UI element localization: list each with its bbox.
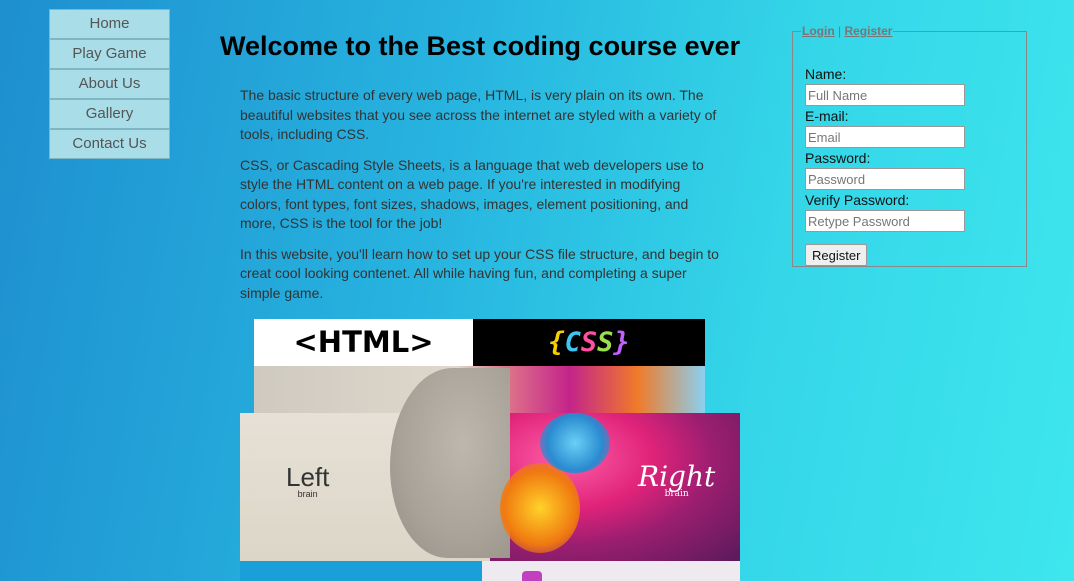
intro-paragraph-2: CSS, or Cascading Style Sheets, is a lan…: [240, 156, 704, 232]
nav-play-game[interactable]: Play Game: [49, 39, 170, 69]
right-brain-label: Right brain: [638, 463, 715, 500]
css-label: {CSS}: [473, 319, 705, 366]
paint-splash-blue: [540, 413, 610, 473]
nav-about-us[interactable]: About Us: [49, 69, 170, 99]
hero-bottom-right: [482, 561, 740, 581]
intro-paragraph-3: In this website, you'll learn how to set…: [240, 245, 719, 301]
email-field[interactable]: [805, 126, 965, 148]
left-brain-shape: [390, 368, 510, 558]
register-button[interactable]: Register: [805, 244, 868, 266]
brain-illustration: Left brain Right brain: [240, 368, 740, 581]
form-fields: Name: E-mail: Password: Verify Password:…: [805, 66, 965, 266]
email-label: E-mail:: [805, 108, 849, 124]
css-letter-c: C: [564, 327, 581, 358]
page-title: Welcome to the Best coding course ever: [220, 31, 741, 61]
left-brain-title: Left: [286, 462, 330, 492]
intro-content: The basic structure of every web page, H…: [240, 86, 725, 314]
nav-gallery[interactable]: Gallery: [49, 99, 170, 129]
intro-paragraph-1: The basic structure of every web page, H…: [240, 87, 717, 142]
left-brain-label: Left brain: [286, 462, 330, 499]
verify-password-label: Verify Password:: [805, 192, 910, 208]
form-legend: Login | Register: [801, 24, 893, 38]
side-nav: Home Play Game About Us Gallery Contact …: [49, 9, 170, 159]
legend-separator: |: [834, 24, 845, 38]
nav-home[interactable]: Home: [49, 9, 170, 39]
css-letter-s2: S: [597, 327, 614, 358]
css-brace-close: }: [613, 327, 630, 358]
register-link[interactable]: Register: [844, 24, 892, 38]
hero-bottom-left: [240, 561, 482, 581]
hero-bottom-mark: [522, 571, 542, 581]
verify-password-field[interactable]: [805, 210, 965, 232]
css-brace-open: {: [548, 327, 565, 358]
html-label: <HTML>: [254, 319, 473, 366]
html-css-brain-image: <HTML> {CSS} Left brain Right brain: [240, 319, 740, 581]
nav-contact-us[interactable]: Contact Us: [49, 129, 170, 159]
password-field[interactable]: [805, 168, 965, 190]
name-field[interactable]: [805, 84, 965, 106]
css-letter-s1: S: [580, 327, 598, 358]
password-label: Password:: [805, 150, 871, 166]
login-link[interactable]: Login: [802, 24, 835, 38]
register-form: Login | Register Name: E-mail: Password:…: [792, 24, 1027, 267]
paint-splash-orange: [500, 463, 580, 553]
name-label: Name:: [805, 66, 847, 82]
